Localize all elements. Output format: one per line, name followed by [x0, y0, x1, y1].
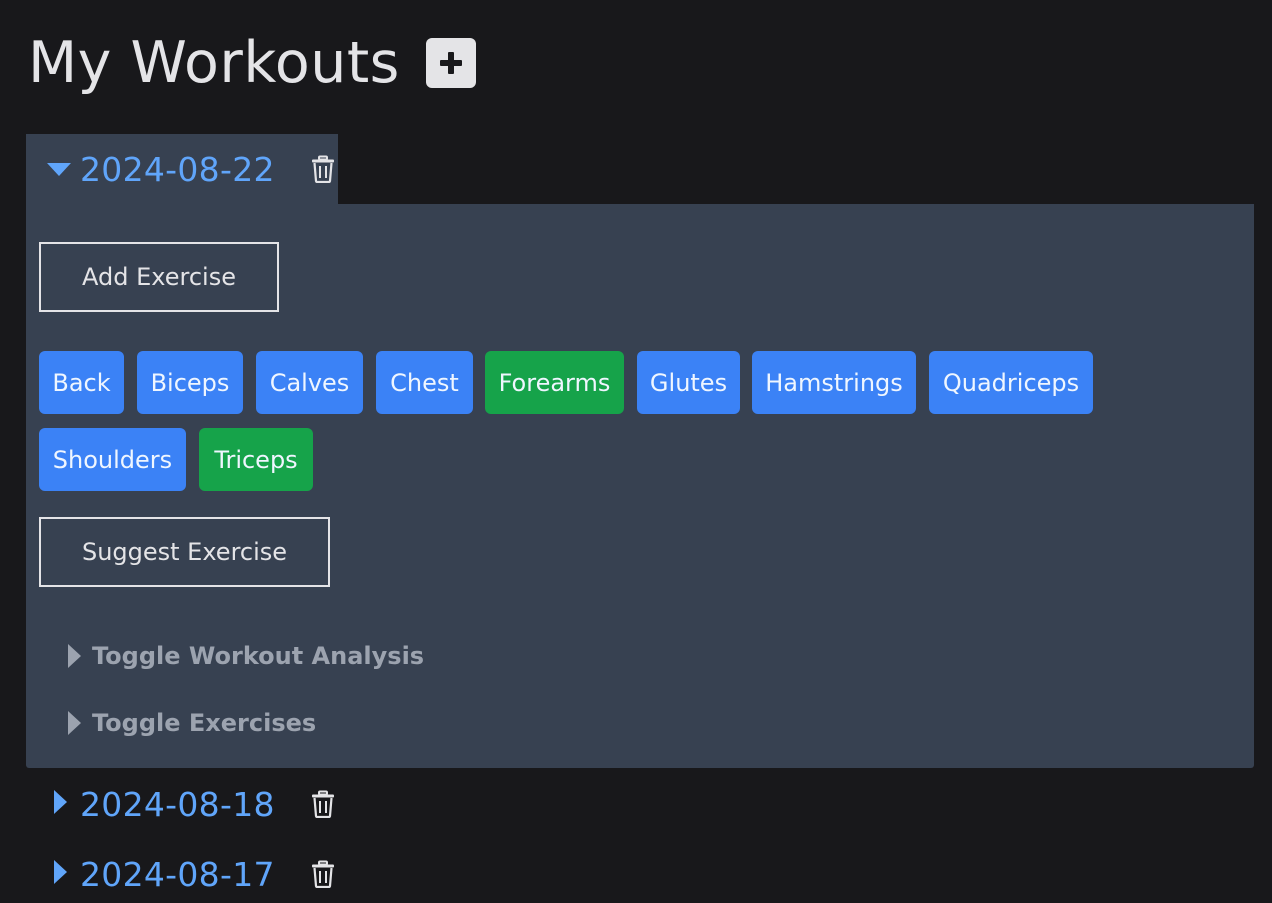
- muscle-tag-glutes[interactable]: Glutes: [637, 351, 740, 414]
- trash-icon[interactable]: [311, 860, 335, 888]
- page-title: My Workouts: [28, 30, 400, 96]
- toggle-label: Toggle Exercises: [92, 709, 317, 737]
- caret-right-icon[interactable]: [52, 859, 68, 889]
- workout-date-link[interactable]: 2024-08-17: [80, 855, 275, 894]
- caret-right-icon[interactable]: [52, 789, 68, 819]
- workout-date-link[interactable]: 2024-08-18: [80, 785, 275, 824]
- workout-row: 2024-08-17: [52, 849, 335, 899]
- muscle-tag-hamstrings[interactable]: Hamstrings: [752, 351, 916, 414]
- muscle-tag-biceps[interactable]: Biceps: [137, 351, 243, 414]
- toggle-label: Toggle Workout Analysis: [92, 642, 425, 670]
- plus-icon: [439, 52, 462, 74]
- caret-right-icon: [68, 711, 81, 735]
- workout-tab-expanded: 2024-08-22: [26, 134, 338, 204]
- add-workout-button[interactable]: [425, 38, 476, 88]
- caret-down-icon[interactable]: [46, 161, 72, 181]
- caret-right-icon: [68, 644, 81, 668]
- muscle-tag-chest[interactable]: Chest: [376, 351, 473, 414]
- muscle-tag-calves[interactable]: Calves: [256, 351, 363, 414]
- muscle-tag-quadriceps[interactable]: Quadriceps: [929, 351, 1093, 414]
- muscle-tag-shoulders[interactable]: Shoulders: [39, 428, 186, 491]
- trash-icon[interactable]: [311, 790, 335, 818]
- muscle-tag-forearms[interactable]: Forearms: [485, 351, 624, 414]
- trash-icon[interactable]: [311, 155, 335, 183]
- toggle-exercises[interactable]: Toggle Exercises: [66, 709, 316, 737]
- muscle-tag-back[interactable]: Back: [39, 351, 124, 414]
- muscle-tag-triceps[interactable]: Triceps: [199, 428, 313, 491]
- suggest-exercise-button[interactable]: Suggest Exercise: [39, 517, 330, 587]
- workout-panel: Add Exercise Back Biceps Calves Chest Fo…: [26, 204, 1254, 768]
- workout-row: 2024-08-18: [52, 779, 335, 829]
- add-exercise-button[interactable]: Add Exercise: [39, 242, 279, 312]
- workout-date-link[interactable]: 2024-08-22: [80, 150, 275, 189]
- page-header: My Workouts: [28, 28, 476, 98]
- toggle-workout-analysis[interactable]: Toggle Workout Analysis: [66, 642, 424, 670]
